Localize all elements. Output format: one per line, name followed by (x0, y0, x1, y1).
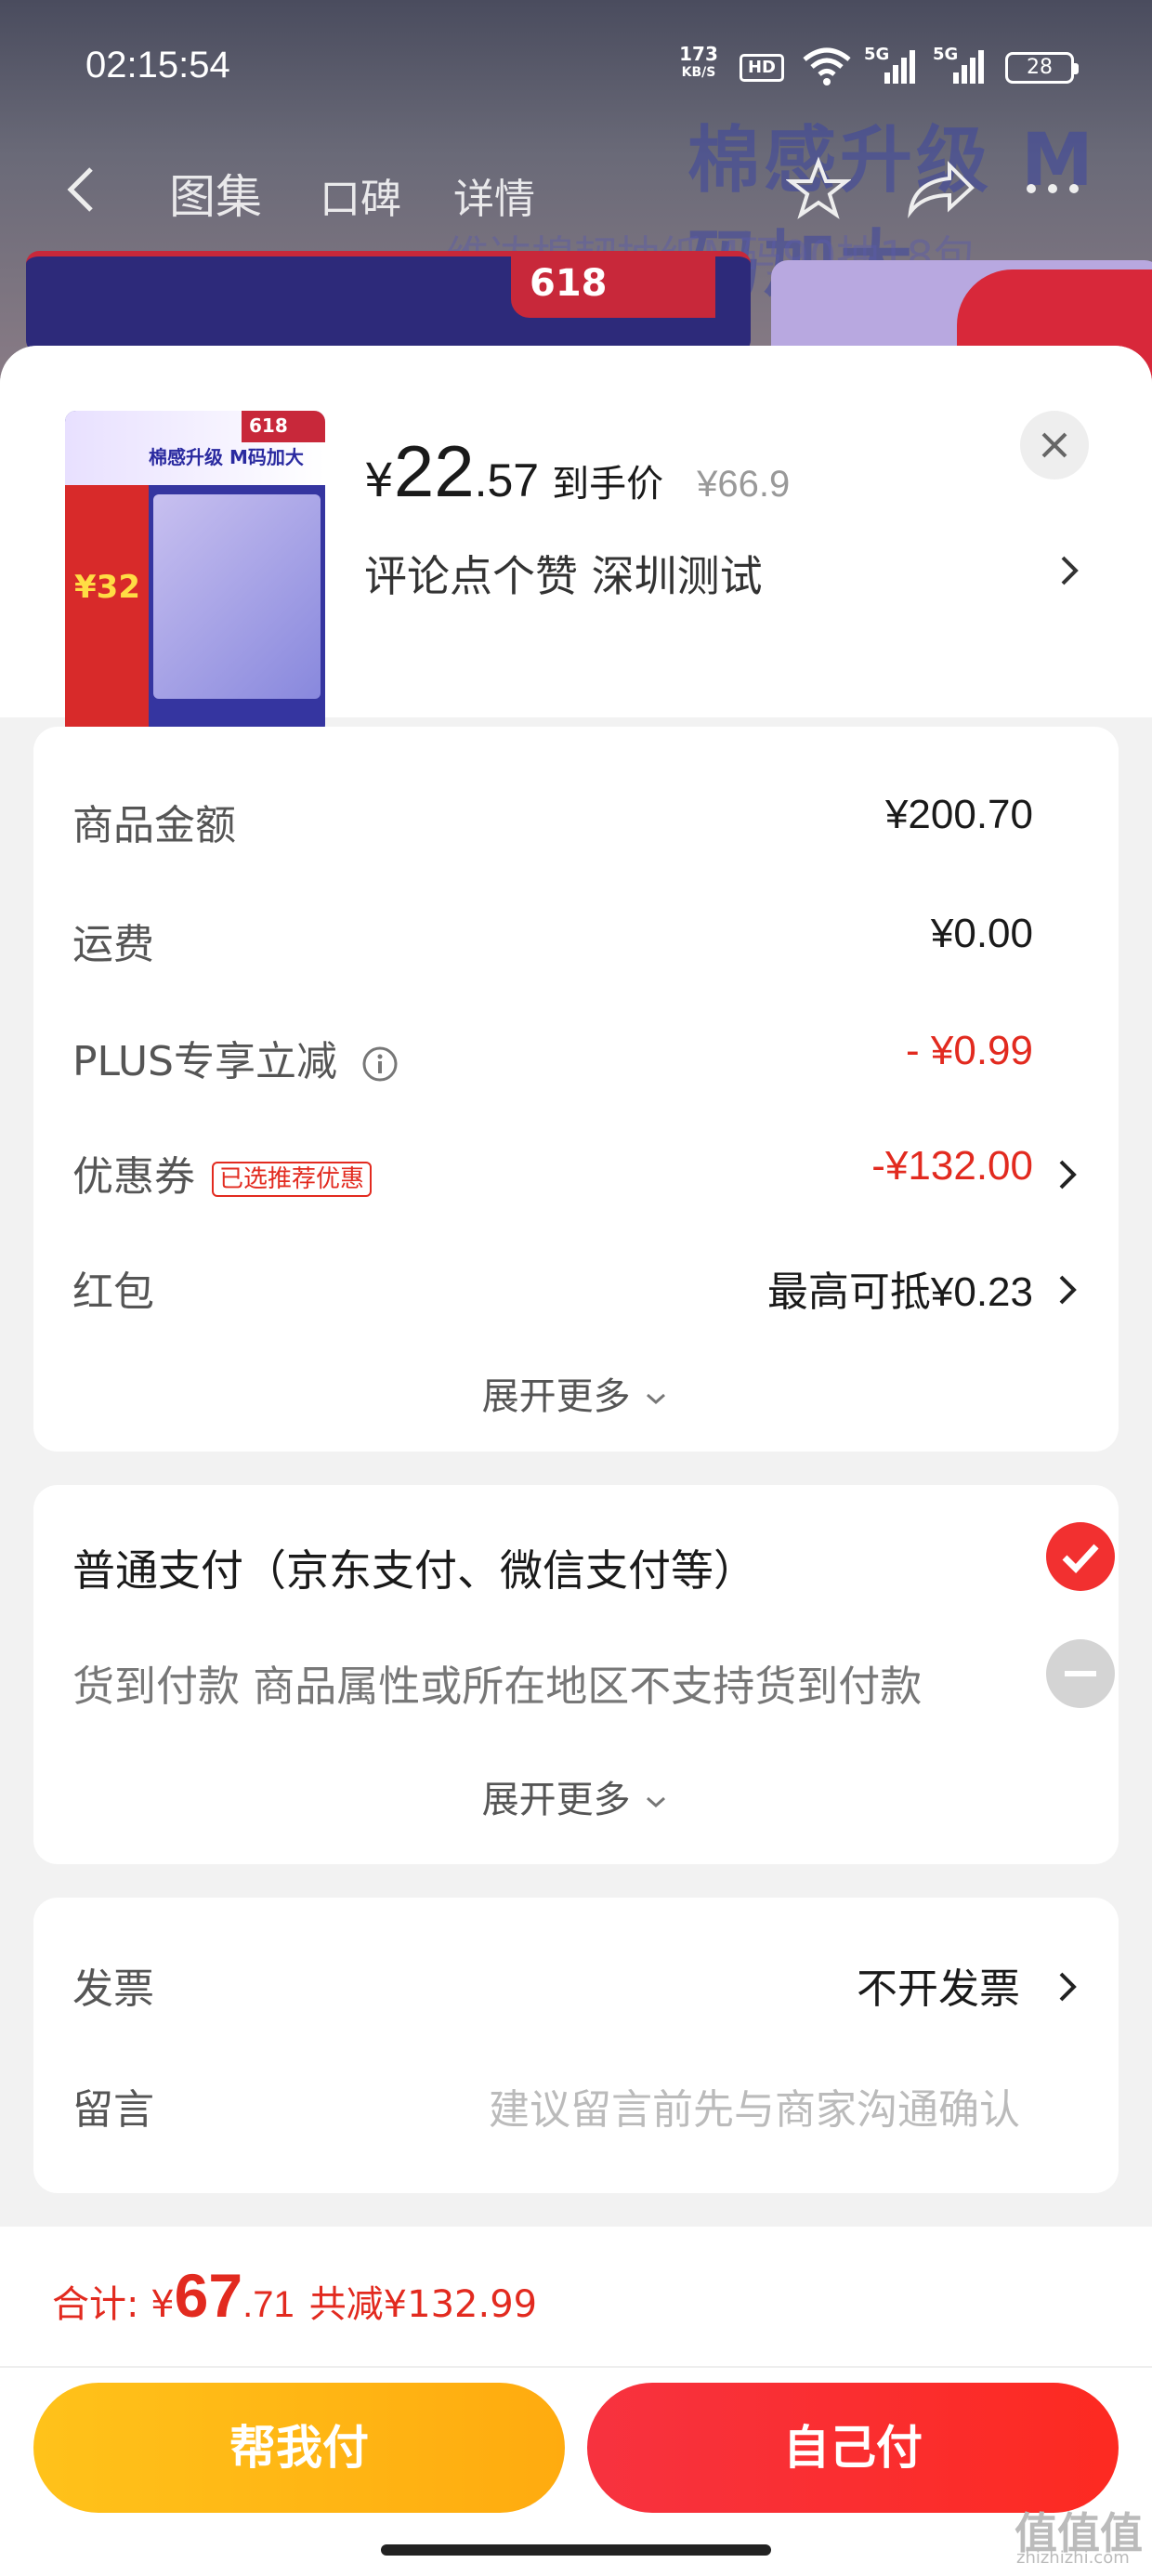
original-price: ¥66.9 (697, 464, 791, 505)
payment-disabled-radio (1046, 1639, 1115, 1708)
shipping-label: 运费 (72, 921, 154, 968)
product-thumbnail: 618 棉感升级 M码加大 ¥32 (65, 411, 325, 736)
footer-divider (0, 2366, 1152, 2368)
total-symbol: ¥ (151, 2283, 175, 2326)
checkout-footer: 合计: ¥67.71 共减¥132.99 帮我付 自己付 (0, 2227, 1152, 2576)
message-label: 留言 (72, 2086, 154, 2134)
red-packet-value: 最高可抵¥0.23 (766, 1269, 1033, 1315)
favorite-star-icon[interactable] (786, 156, 851, 221)
tab-details[interactable]: 详情 (453, 165, 535, 225)
background-618-badge: 618 (511, 253, 715, 318)
coupon-label: 优惠券 已选推荐优惠 (72, 1143, 373, 1203)
payment-option-cod: 货到付款 商品属性或所在地区不支持货到付款 (72, 1662, 923, 1711)
thumb-red-panel (65, 485, 149, 736)
red-packet-label: 红包 (72, 1268, 154, 1316)
total-saving: 共减¥132.99 (308, 2283, 538, 2326)
item-amount-value: ¥200.70 (884, 792, 1033, 837)
close-icon (1041, 432, 1067, 458)
row-message: 留言 建议留言前先与商家沟通确认 (72, 2076, 1080, 2141)
help-me-pay-button[interactable]: 帮我付 (33, 2383, 565, 2513)
tab-gallery[interactable]: 图集 (169, 160, 262, 227)
coupon-tag: 已选推荐优惠 (212, 1162, 373, 1197)
payment-selected-radio[interactable] (1046, 1522, 1115, 1591)
minus-icon (1065, 1671, 1096, 1676)
price-decimal: .57 (474, 454, 540, 506)
expand-more-costs[interactable]: 展开更多 (33, 1366, 1119, 1420)
plus-discount-label: PLUS专享立减 (72, 1028, 399, 1087)
info-icon[interactable] (361, 1045, 399, 1083)
order-total: 合计: ¥67.71 共减¥132.99 (52, 2260, 537, 2331)
thumb-618-badge: 618 (242, 411, 325, 442)
total-integer: 67 (174, 2261, 243, 2330)
status-bar: 02:15:54 173 KB/S HD 5G 5G 28 (0, 0, 1152, 139)
wifi-icon (803, 47, 851, 85)
product-spec[interactable]: 评论点个赞 深圳测试 (364, 543, 763, 604)
network-speed-value: 173 (679, 43, 718, 65)
payment-option-standard[interactable]: 普通支付（京东支付、微信支付等） (72, 1537, 756, 1598)
cost-breakdown-card: 商品金额 ¥200.70 运费 ¥0.00 PLUS专享立减 - ¥0.99 优… (33, 727, 1119, 1452)
total-decimal: .71 (242, 2284, 295, 2325)
price-row: ¥22.57 到手价 ¥66.9 (364, 429, 790, 514)
thumb-product-image (153, 494, 321, 699)
cell-signal-icon: 5G (864, 45, 918, 87)
shipping-value: ¥0.00 (930, 911, 1033, 956)
network-speed: 173 KB/S (671, 45, 727, 82)
invoice-value: 不开发票 (857, 1966, 1020, 2012)
plus-discount-value: - ¥0.99 (906, 1028, 1033, 1073)
coupon-text: 优惠券 (72, 1153, 195, 1201)
chevron-right-icon (1059, 1160, 1077, 1189)
checkmark-icon (1062, 1544, 1099, 1574)
more-icon[interactable] (1020, 156, 1085, 221)
hd-badge: HD (740, 54, 784, 82)
chevron-down-icon (647, 1796, 666, 1808)
price-label: 到手价 (552, 463, 664, 506)
status-time: 02:15:54 (85, 45, 230, 85)
coupon-value: -¥132.00 (871, 1143, 1033, 1189)
row-red-packet[interactable]: 红包 最高可抵¥0.23 (72, 1258, 1080, 1323)
item-amount-label: 商品金额 (72, 802, 236, 849)
expand-more-label: 展开更多 (481, 1779, 631, 1821)
chevron-right-icon[interactable] (1055, 552, 1083, 589)
total-label: 合计: (52, 2283, 151, 2326)
close-button[interactable] (1020, 411, 1089, 480)
product-navbar: 图集 口碑 详情 (0, 139, 1152, 242)
row-shipping: 运费 ¥0.00 (72, 911, 1080, 976)
price-integer: 22 (393, 430, 475, 512)
watermark-url: zhizhizhi.com (1016, 2548, 1130, 2568)
row-item-amount: 商品金额 ¥200.70 (72, 792, 1080, 857)
row-plus-discount: PLUS专享立减 - ¥0.99 (72, 1028, 1080, 1093)
share-icon[interactable] (903, 156, 977, 221)
tab-reviews[interactable]: 口碑 (320, 165, 401, 225)
row-invoice[interactable]: 发票 不开发票 (72, 1955, 1080, 2020)
message-input[interactable]: 建议留言前先与商家沟通确认 (489, 2076, 1020, 2136)
plus-discount-text: PLUS专享立减 (72, 1038, 337, 1085)
expand-more-payment[interactable]: 展开更多 (33, 1769, 1119, 1823)
pay-myself-button[interactable]: 自己付 (587, 2383, 1119, 2513)
thumb-title: 棉感升级 M码加大 (149, 446, 304, 468)
chevron-right-icon (1059, 1972, 1077, 2002)
price-symbol: ¥ (364, 453, 394, 507)
chevron-down-icon (647, 1393, 666, 1405)
row-coupon[interactable]: 优惠券 已选推荐优惠 -¥132.00 (72, 1143, 1080, 1208)
thumb-price: ¥32 (74, 569, 140, 606)
chevron-right-icon (1059, 1275, 1077, 1305)
order-extras-card: 发票 不开发票 留言 建议留言前先与商家沟通确认 (33, 1898, 1119, 2193)
battery-icon: 28 (1005, 52, 1079, 84)
back-icon[interactable] (56, 162, 111, 217)
invoice-label: 发票 (72, 1965, 154, 2013)
payment-method-card: 普通支付（京东支付、微信支付等） 货到付款 商品属性或所在地区不支持货到付款 展… (33, 1485, 1119, 1864)
expand-more-label: 展开更多 (481, 1375, 631, 1418)
network-speed-unit: KB/S (681, 65, 716, 80)
home-indicator[interactable] (381, 2544, 771, 2556)
product-summary: 618 棉感升级 M码加大 ¥32 ¥22.57 到手价 ¥66.9 评论点个赞 深… (0, 346, 1152, 736)
cell-signal-icon-2: 5G (933, 45, 987, 87)
